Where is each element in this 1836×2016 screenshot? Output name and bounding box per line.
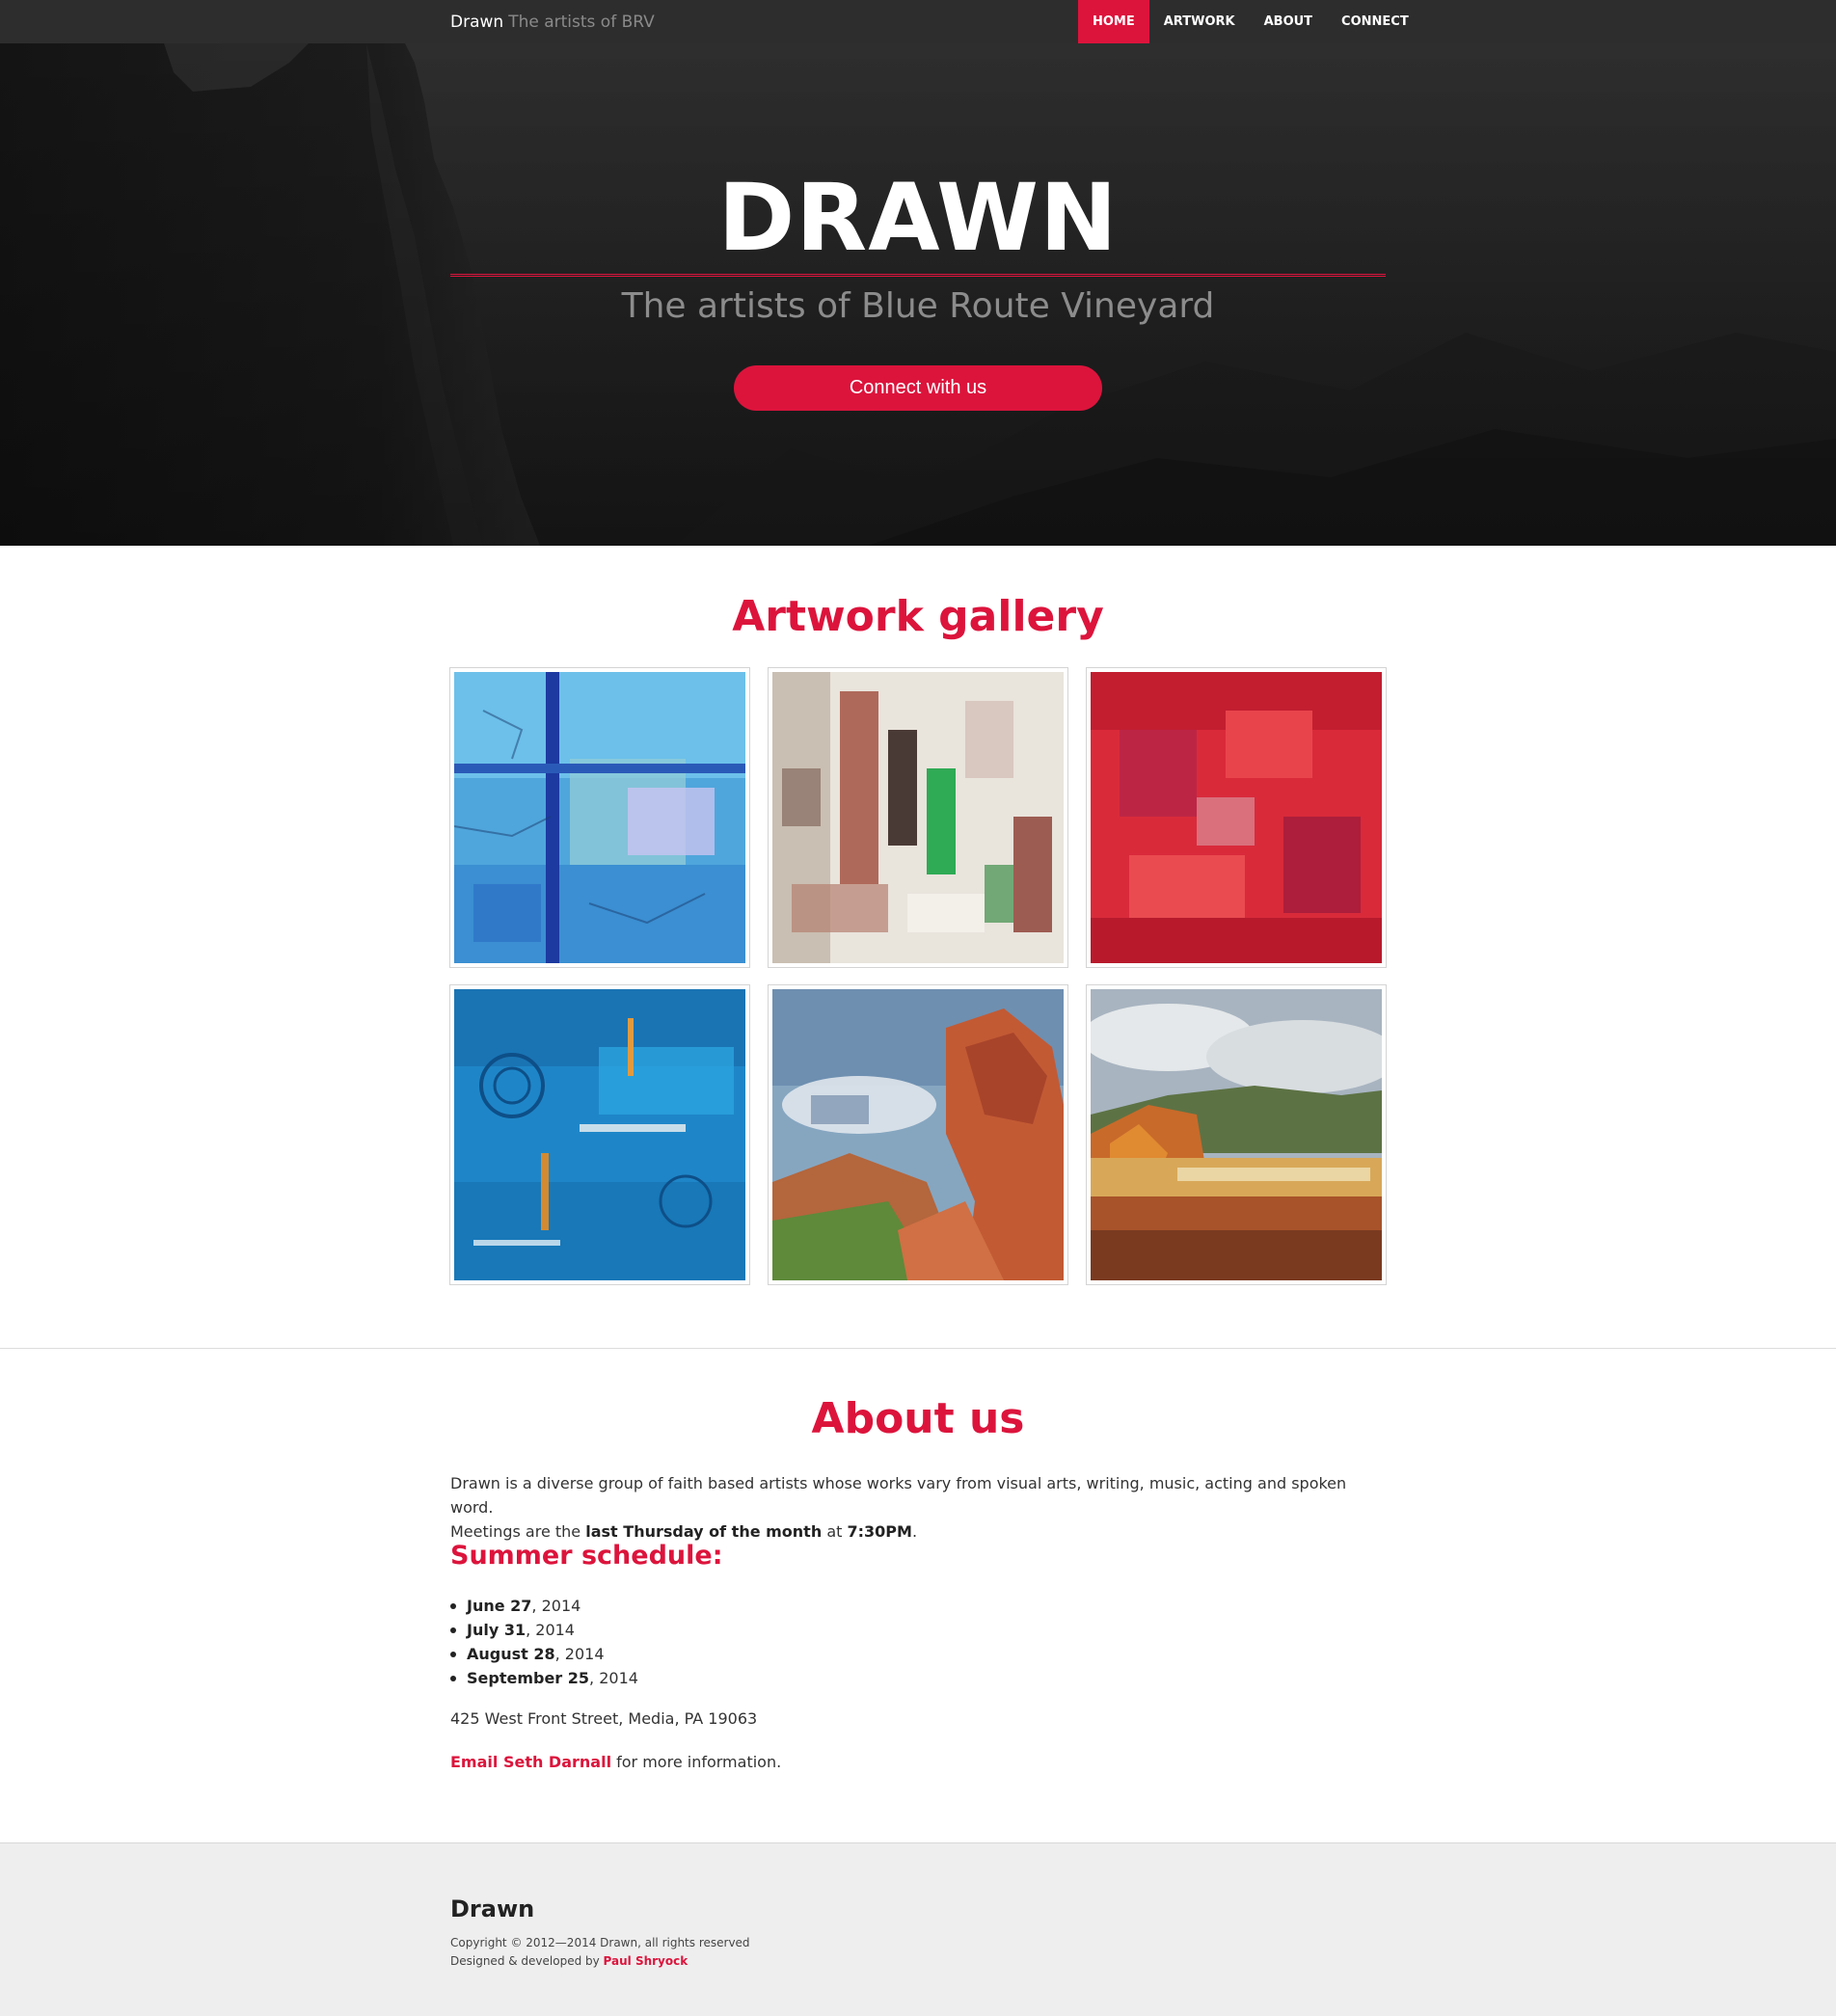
schedule-item: September 25, 2014 [450,1666,638,1690]
footer-credits-prefix: Designed & developed by [450,1954,604,1968]
nav-link-home[interactable]: HOME [1078,0,1149,43]
connect-button[interactable]: Connect with us [734,365,1102,411]
artwork-image [454,672,745,963]
gallery-title: Artwork gallery [732,592,1104,641]
meeting-address: 425 West Front Street, Media, PA 19063 [450,1709,758,1728]
nav-link-about[interactable]: ABOUT [1250,0,1327,43]
schedule-item: July 31, 2014 [450,1618,638,1642]
meetings-at: at [826,1522,843,1541]
navbar: Drawn The artists of BRV HOME ARTWORK ABO… [0,0,1836,43]
schedule-date: July 31 [467,1621,526,1639]
schedule-item: June 27, 2014 [450,1594,638,1618]
schedule-item: August 28, 2014 [450,1642,638,1666]
hero-title: DRAWN [717,164,1119,272]
hero-subtitle: The artists of Blue Route Vineyard [621,286,1215,326]
site-brand[interactable]: Drawn The artists of BRV [450,13,655,32]
artwork-image [772,672,1064,963]
footer-copyright: Copyright © 2012—2014 Drawn, all rights … [450,1936,750,1949]
schedule-date: June 27 [467,1597,532,1615]
schedule-year: , 2014 [531,1597,581,1615]
gallery-item-autumn-field[interactable] [1086,984,1387,1285]
meetings-time: 7:30PM [847,1522,912,1541]
email-suffix: for more information. [611,1753,782,1771]
artwork-image [772,989,1064,1280]
meetings-end: . [911,1522,918,1541]
gallery-item-red-rocks[interactable] [768,984,1068,1285]
about-description: Drawn is a diverse group of faith based … [450,1471,1386,1544]
artwork-image [1091,672,1382,963]
gallery-item-red-abstract[interactable] [1086,667,1387,968]
schedule-date: September 25 [467,1669,590,1687]
brand-tagline: The artists of BRV [508,13,655,32]
hero-section: DRAWN The artists of Blue Route Vineyard… [0,43,1836,546]
schedule-year: , 2014 [554,1645,605,1663]
gallery-item-blue-swirl[interactable] [449,984,750,1285]
schedule-list: June 27, 2014 July 31, 2014 August 28, 2… [450,1594,638,1690]
footer-info: Copyright © 2012—2014 Drawn, all rights … [450,1934,750,1971]
gallery-item-blue-abstract[interactable] [449,667,750,968]
footer-credits: Designed & developed by Paul Shryock [450,1952,750,1971]
meetings-when: last Thursday of the month [585,1522,823,1541]
artwork-image [1091,989,1382,1280]
about-title: About us [811,1394,1025,1443]
footer: Drawn Copyright © 2012—2014 Drawn, all r… [0,1842,1836,2016]
hero-divider [450,274,1386,277]
schedule-year: , 2014 [526,1621,575,1639]
nav-links: HOME ARTWORK ABOUT CONNECT [1078,0,1423,43]
footer-brand: Drawn [450,1895,535,1922]
designer-link[interactable]: Paul Shryock [604,1954,688,1968]
gallery-item-white-abstract[interactable] [768,667,1068,968]
brand-name: Drawn [450,13,504,32]
email-link[interactable]: Email Seth Darnall [450,1753,611,1771]
email-line: Email Seth Darnall for more information. [450,1753,781,1771]
section-divider [0,1348,1836,1349]
meetings-prefix: Meetings are the [450,1522,581,1541]
schedule-year: , 2014 [589,1669,638,1687]
nav-link-artwork[interactable]: ARTWORK [1149,0,1250,43]
artwork-image [454,989,745,1280]
nav-link-connect[interactable]: CONNECT [1327,0,1423,43]
schedule-title: Summer schedule: [450,1541,723,1571]
schedule-date: August 28 [467,1645,555,1663]
about-intro: Drawn is a diverse group of faith based … [450,1474,1347,1517]
